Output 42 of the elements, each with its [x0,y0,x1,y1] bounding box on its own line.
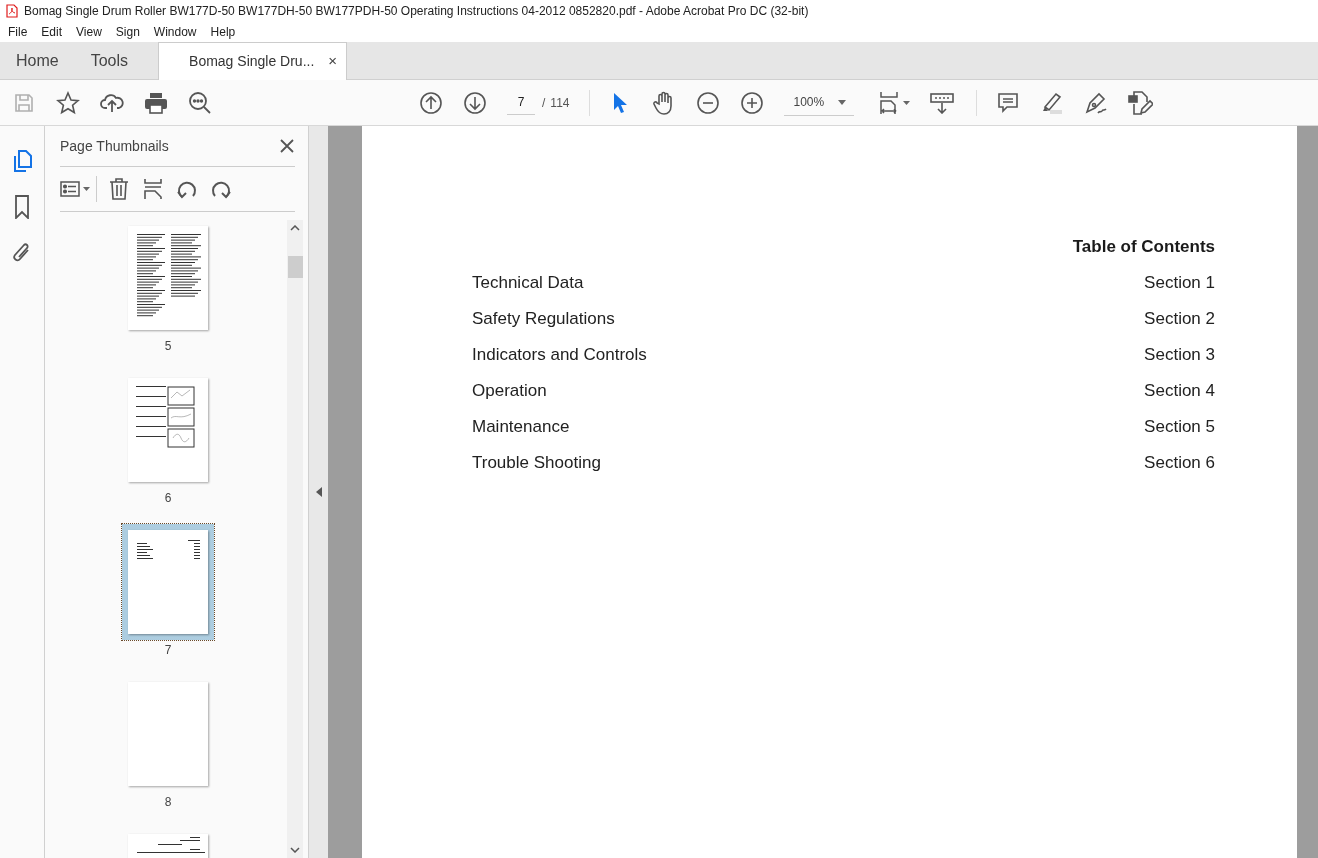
extract-pages-icon[interactable] [141,176,165,202]
contents-entry: Operation [472,379,547,402]
pdf-app-icon [6,4,18,18]
section-number: Section 4 [1144,379,1215,402]
contents-heading: Table of Contents [1072,236,1215,258]
contents-entry: Indicators and Controls [472,343,647,366]
section-number: Section 2 [1144,307,1215,330]
page-number: 6 [164,490,172,507]
section-number: Section 6 [1144,451,1215,474]
page-thumbnail[interactable] [122,524,214,640]
thumbnail-options-icon[interactable] [60,176,97,202]
section-number: Section 5 [1144,415,1215,438]
contents-entry: Trouble Shooting [472,451,601,474]
menu-item[interactable]: File [1,22,35,42]
menu-item[interactable]: Edit [34,22,70,42]
page-number: 8 [164,794,172,811]
section-number: Section 1 [1144,271,1215,294]
tab[interactable]: Tools [74,42,145,79]
tab[interactable]: Home [0,42,75,79]
close-tab-icon[interactable]: × [328,50,338,73]
zoom-dropdown[interactable]: 100% [784,89,855,116]
collapse-panel-icon[interactable] [315,487,322,497]
page-number: 7 [164,642,172,659]
page-number: 5 [164,338,172,355]
contents-entry: Technical Data [472,271,584,294]
page-separator: / [542,94,546,112]
section-number: Section 3 [1144,343,1215,366]
caret-icon [838,99,847,105]
page-count: 114 [550,94,570,112]
menu-item[interactable]: Sign [108,22,147,42]
tab[interactable]: Bomag Single Dru... × [158,42,348,80]
contents-entry: Safety Regulations [472,307,615,330]
menu-item[interactable]: Help [203,22,243,42]
panel-title: Page Thumbnails [60,136,169,156]
menu-item[interactable]: Window [146,22,204,42]
page-number-field[interactable]: 7 [507,90,535,115]
scrollbar-thumb[interactable] [287,256,303,278]
close-icon[interactable] [279,138,295,154]
window-title: Bomag Single Drum Roller BW177D-50 BW177DH-50 BW177PDH-50 Operating Instructions 04-2012 0852820.pdf - Adobe Acrobat Pro DC (32-bit) [24,3,809,20]
menu-item[interactable]: View [69,22,109,42]
contents-entry: Maintenance [472,415,570,438]
trash-icon[interactable] [107,176,131,202]
